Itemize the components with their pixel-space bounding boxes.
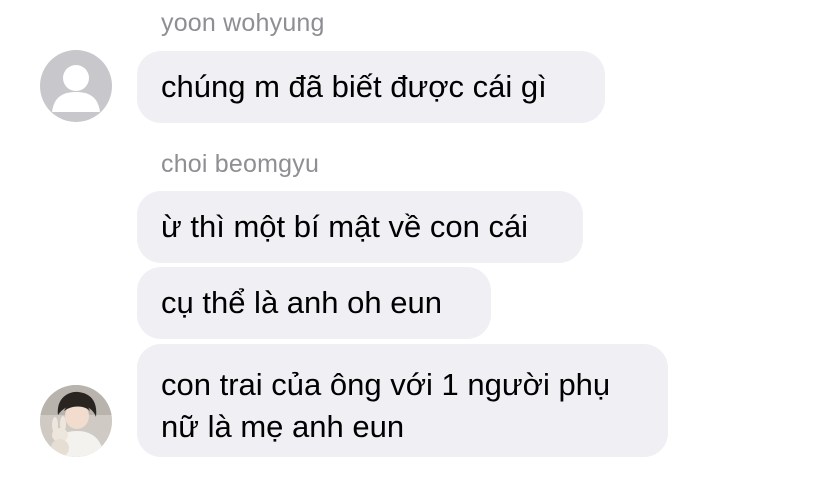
profile-photo-avatar[interactable] [40, 385, 112, 457]
chat-thread: yoon wohyung chúng m đã biết được cái gì… [0, 0, 828, 477]
message-text: cụ thể là anh oh eun [161, 285, 442, 320]
message-bubble[interactable]: con trai của ông với 1 người phụ nữ là m… [137, 344, 668, 457]
default-avatar-icon[interactable] [40, 50, 112, 122]
person-silhouette-icon [52, 65, 100, 112]
profile-photo-icon [40, 385, 112, 457]
message-text: con trai của ông với 1 người phụ nữ là m… [161, 367, 611, 444]
message-bubble[interactable]: cụ thể là anh oh eun [137, 267, 491, 339]
message-text: ừ thì một bí mật về con cái [161, 209, 529, 244]
message-bubble[interactable]: ừ thì một bí mật về con cái [137, 191, 583, 263]
sender-name: choi beomgyu [161, 150, 320, 178]
sender-name: yoon wohyung [161, 9, 325, 37]
message-text: chúng m đã biết được cái gì [161, 69, 547, 104]
message-bubble[interactable]: chúng m đã biết được cái gì [137, 51, 605, 123]
